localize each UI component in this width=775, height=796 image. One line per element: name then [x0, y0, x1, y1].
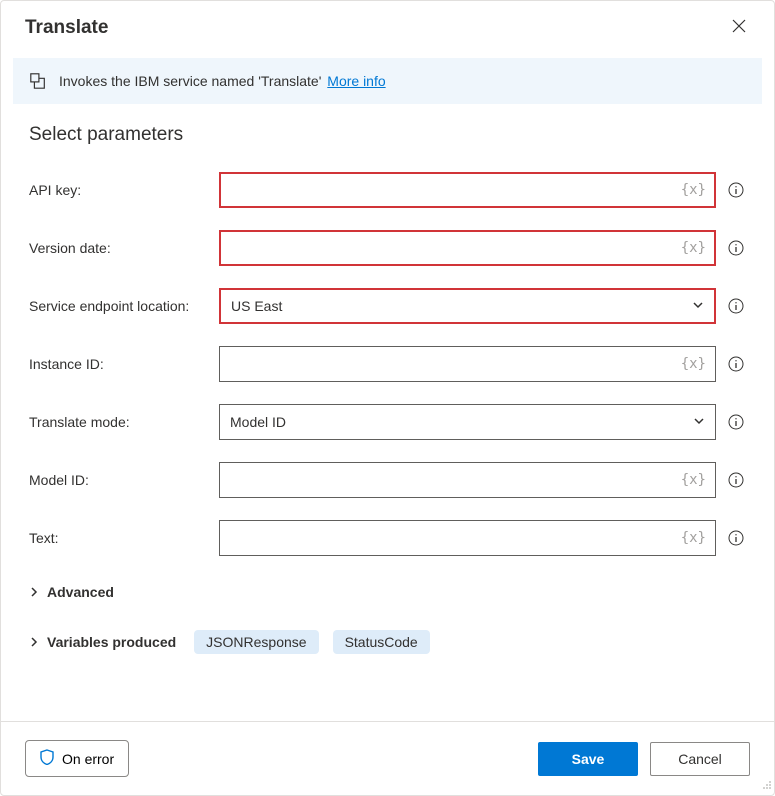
banner-text: Invokes the IBM service named 'Translate…	[59, 73, 321, 89]
label-version-date: Version date:	[29, 240, 209, 256]
variable-badge-status[interactable]: StatusCode	[333, 630, 430, 654]
info-button-endpoint[interactable]	[726, 296, 746, 316]
text-input[interactable]	[219, 520, 716, 556]
api-key-input[interactable]	[219, 172, 716, 208]
endpoint-select[interactable]: US East	[219, 288, 716, 324]
version-date-input[interactable]	[219, 230, 716, 266]
row-translate-mode: Translate mode: Model ID	[29, 404, 746, 440]
chevron-right-icon	[29, 634, 39, 650]
label-translate-mode: Translate mode:	[29, 414, 209, 430]
row-model-id: Model ID: {x}	[29, 462, 746, 498]
on-error-button[interactable]: On error	[25, 740, 129, 777]
label-text: Text:	[29, 530, 209, 546]
cancel-button[interactable]: Cancel	[650, 742, 750, 776]
instance-id-input[interactable]	[219, 346, 716, 382]
close-icon	[732, 19, 746, 36]
label-endpoint: Service endpoint location:	[29, 298, 209, 314]
on-error-label: On error	[62, 751, 114, 767]
translate-mode-select[interactable]: Model ID	[219, 404, 716, 440]
action-icon	[29, 72, 47, 90]
info-button-api-key[interactable]	[726, 180, 746, 200]
save-button[interactable]: Save	[538, 742, 638, 776]
info-banner: Invokes the IBM service named 'Translate…	[13, 58, 762, 104]
model-id-input[interactable]	[219, 462, 716, 498]
form-body: Select parameters API key: {x} Version d…	[1, 104, 774, 721]
translate-mode-value: Model ID	[230, 414, 286, 430]
shield-icon	[40, 749, 54, 768]
variables-produced-toggle[interactable]: Variables produced JSONResponse StatusCo…	[29, 624, 746, 660]
dialog-footer: On error Save Cancel	[1, 721, 774, 795]
banner-text-wrap: Invokes the IBM service named 'Translate…	[59, 73, 386, 89]
chevron-down-icon	[692, 298, 704, 314]
resize-grip-icon[interactable]	[762, 777, 772, 793]
advanced-toggle[interactable]: Advanced	[29, 578, 746, 606]
section-title: Select parameters	[29, 124, 746, 146]
advanced-label: Advanced	[47, 584, 114, 600]
dialog-header: Translate	[1, 1, 774, 46]
info-button-model-id[interactable]	[726, 470, 746, 490]
variables-produced-label: Variables produced	[47, 634, 176, 650]
row-instance-id: Instance ID: {x}	[29, 346, 746, 382]
info-button-translate-mode[interactable]	[726, 412, 746, 432]
variable-badge-json[interactable]: JSONResponse	[194, 630, 318, 654]
chevron-down-icon	[693, 414, 705, 430]
info-button-version-date[interactable]	[726, 238, 746, 258]
label-instance-id: Instance ID:	[29, 356, 209, 372]
row-text: Text: {x}	[29, 520, 746, 556]
label-model-id: Model ID:	[29, 472, 209, 488]
info-button-text[interactable]	[726, 528, 746, 548]
endpoint-value: US East	[231, 298, 282, 314]
row-api-key: API key: {x}	[29, 172, 746, 208]
row-version-date: Version date: {x}	[29, 230, 746, 266]
row-endpoint: Service endpoint location: US East	[29, 288, 746, 324]
more-info-link[interactable]: More info	[327, 73, 385, 89]
dialog-title: Translate	[25, 17, 108, 39]
chevron-right-icon	[29, 584, 39, 600]
info-button-instance-id[interactable]	[726, 354, 746, 374]
close-button[interactable]	[728, 15, 750, 40]
label-api-key: API key:	[29, 182, 209, 198]
